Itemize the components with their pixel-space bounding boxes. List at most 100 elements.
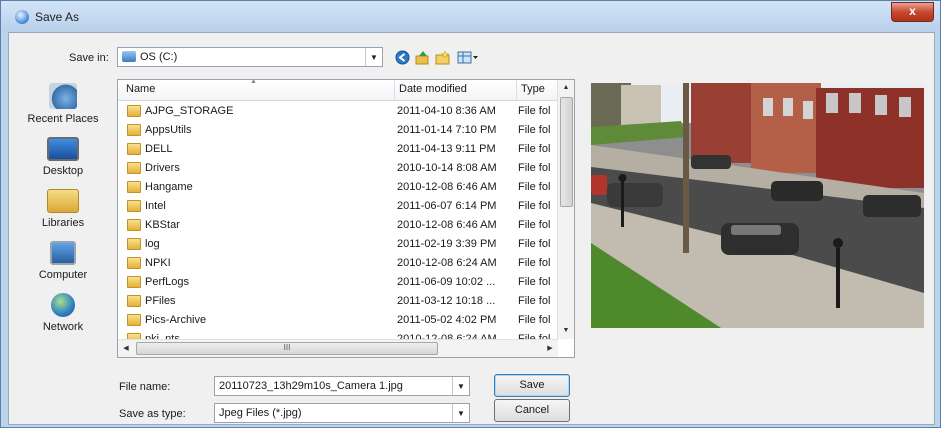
file-name-cell: PFiles	[145, 295, 176, 307]
save-as-type-dropdown[interactable]: Jpeg Files (*.jpg) ▼	[214, 403, 470, 423]
close-button[interactable]: x	[891, 2, 934, 22]
place-computer[interactable]: Computer	[13, 241, 113, 281]
save-button[interactable]: Save	[494, 374, 570, 397]
save-as-type-value: Jpeg Files (*.jpg)	[219, 407, 302, 419]
type-cell: File fol	[518, 295, 551, 307]
sort-ascending-icon: ▲	[250, 79, 257, 85]
file-row[interactable]: AppsUtils 2011-01-14 7:10 PM File fol	[118, 121, 558, 140]
column-divider[interactable]	[516, 80, 517, 100]
save-in-dropdown[interactable]: OS (C:) ▼	[117, 47, 383, 67]
save-as-dialog: Save As x Save in: OS (C:) ▼ Recent Plac…	[0, 0, 941, 428]
date-modified-cell: 2011-02-19 3:39 PM	[397, 238, 497, 250]
date-modified-cell: 2011-05-02 4:02 PM	[397, 314, 497, 326]
file-list[interactable]: ▲ Name Date modified Type AJPG_STORAGE 20…	[117, 79, 575, 358]
folder-icon	[127, 276, 141, 288]
file-row[interactable]: log 2011-02-19 3:39 PM File fol	[118, 235, 558, 254]
folder-icon	[127, 238, 141, 250]
folder-icon	[127, 105, 141, 117]
file-name-cell: KBStar	[145, 219, 180, 231]
folder-icon	[127, 219, 141, 231]
file-name-cell: Hangame	[145, 181, 193, 193]
scroll-right-icon[interactable]: ▶	[542, 340, 558, 357]
place-recent-places[interactable]: Recent Places	[13, 83, 113, 125]
file-name-value: 20110723_13h29m10s_Camera 1.jpg	[219, 380, 403, 392]
chevron-down-icon[interactable]: ▼	[452, 377, 469, 395]
place-libraries[interactable]: Libraries	[13, 189, 113, 229]
scroll-down-icon[interactable]: ▼	[558, 323, 574, 339]
date-modified-cell: 2010-12-08 6:46 AM	[397, 219, 497, 231]
file-row[interactable]: NPKI 2010-12-08 6:24 AM File fol	[118, 254, 558, 273]
cancel-button[interactable]: Cancel	[494, 399, 570, 422]
file-row[interactable]: DELL 2011-04-13 9:11 PM File fol	[118, 140, 558, 159]
folder-icon	[127, 143, 141, 155]
file-name-cell: AJPG_STORAGE	[145, 105, 234, 117]
type-cell: File fol	[518, 276, 551, 288]
file-name-cell: DELL	[145, 143, 173, 155]
dialog-body: Save in: OS (C:) ▼ Recent Places Desktop…	[8, 32, 935, 425]
file-name-field[interactable]: 20110723_13h29m10s_Camera 1.jpg ▼	[214, 376, 470, 396]
file-row[interactable]: PFiles 2011-03-12 10:18 ... File fol	[118, 292, 558, 311]
file-name-cell: Pics-Archive	[145, 314, 207, 326]
file-name-cell: log	[145, 238, 160, 250]
type-cell: File fol	[518, 143, 551, 155]
file-row[interactable]: Intel 2011-06-07 6:14 PM File fol	[118, 197, 558, 216]
scroll-thumb[interactable]	[560, 97, 573, 207]
drive-icon	[122, 51, 136, 62]
column-header-date[interactable]: Date modified	[399, 83, 467, 95]
file-row[interactable]: PerfLogs 2011-06-09 10:02 ... File fol	[118, 273, 558, 292]
column-divider[interactable]	[394, 80, 395, 100]
file-name-label: File name:	[119, 381, 171, 393]
chevron-down-icon[interactable]: ▼	[452, 404, 469, 422]
file-row[interactable]: AJPG_STORAGE 2011-04-10 8:36 AM File fol	[118, 102, 558, 121]
scroll-left-icon[interactable]: ◀	[118, 340, 134, 357]
places-bar: Recent Places Desktop Libraries Computer…	[13, 79, 113, 369]
folder-icon	[127, 314, 141, 326]
libraries-icon	[47, 189, 79, 213]
save-as-type-label: Save as type:	[119, 408, 186, 420]
date-modified-cell: 2011-06-07 6:14 PM	[397, 200, 497, 212]
file-name-cell: AppsUtils	[145, 124, 192, 136]
recent-places-icon	[49, 83, 77, 109]
place-desktop[interactable]: Desktop	[13, 137, 113, 177]
file-row[interactable]: Hangame 2010-12-08 6:46 AM File fol	[118, 178, 558, 197]
title-bar[interactable]: Save As x	[1, 1, 940, 31]
file-list-header: ▲ Name Date modified Type	[118, 80, 558, 101]
folder-icon	[127, 257, 141, 269]
image-preview	[591, 83, 924, 328]
column-header-type[interactable]: Type	[521, 83, 545, 95]
views-menu-icon[interactable]	[457, 50, 479, 65]
date-modified-cell: 2010-12-08 6:24 AM	[397, 257, 497, 269]
date-modified-cell: 2011-06-09 10:02 ...	[397, 276, 496, 288]
vertical-scrollbar[interactable]: ▲ ▼	[557, 80, 574, 339]
file-name-cell: Intel	[145, 200, 166, 212]
date-modified-cell: 2011-01-14 7:10 PM	[397, 124, 497, 136]
file-row[interactable]: KBStar 2010-12-08 6:46 AM File fol	[118, 216, 558, 235]
horizontal-scrollbar[interactable]: ◀ III ▶	[118, 339, 558, 357]
network-icon	[51, 293, 75, 317]
computer-icon	[50, 241, 76, 265]
save-in-value: OS (C:)	[140, 51, 178, 63]
type-cell: File fol	[518, 200, 551, 212]
file-name-cell: NPKI	[145, 257, 171, 269]
folder-icon	[127, 295, 141, 307]
window-title: Save As	[35, 10, 80, 24]
date-modified-cell: 2011-04-13 9:11 PM	[397, 143, 496, 155]
up-folder-icon[interactable]	[415, 50, 430, 65]
type-cell: File fol	[518, 219, 551, 231]
type-cell: File fol	[518, 105, 551, 117]
folder-icon	[127, 200, 141, 212]
type-cell: File fol	[518, 238, 551, 250]
column-header-name[interactable]: Name	[126, 83, 155, 95]
file-row[interactable]: Drivers 2010-10-14 8:08 AM File fol	[118, 159, 558, 178]
back-icon[interactable]	[395, 50, 410, 65]
new-folder-icon[interactable]	[435, 50, 450, 65]
place-network[interactable]: Network	[13, 293, 113, 333]
chevron-down-icon[interactable]: ▼	[365, 48, 382, 66]
file-row[interactable]: Pics-Archive 2011-05-02 4:02 PM File fol	[118, 311, 558, 330]
scroll-thumb-horizontal[interactable]: III	[136, 342, 438, 355]
date-modified-cell: 2010-10-14 8:08 AM	[397, 162, 497, 174]
date-modified-cell: 2010-12-08 6:46 AM	[397, 181, 497, 193]
folder-icon	[127, 124, 141, 136]
file-name-cell: Drivers	[145, 162, 180, 174]
scroll-up-icon[interactable]: ▲	[558, 80, 574, 96]
